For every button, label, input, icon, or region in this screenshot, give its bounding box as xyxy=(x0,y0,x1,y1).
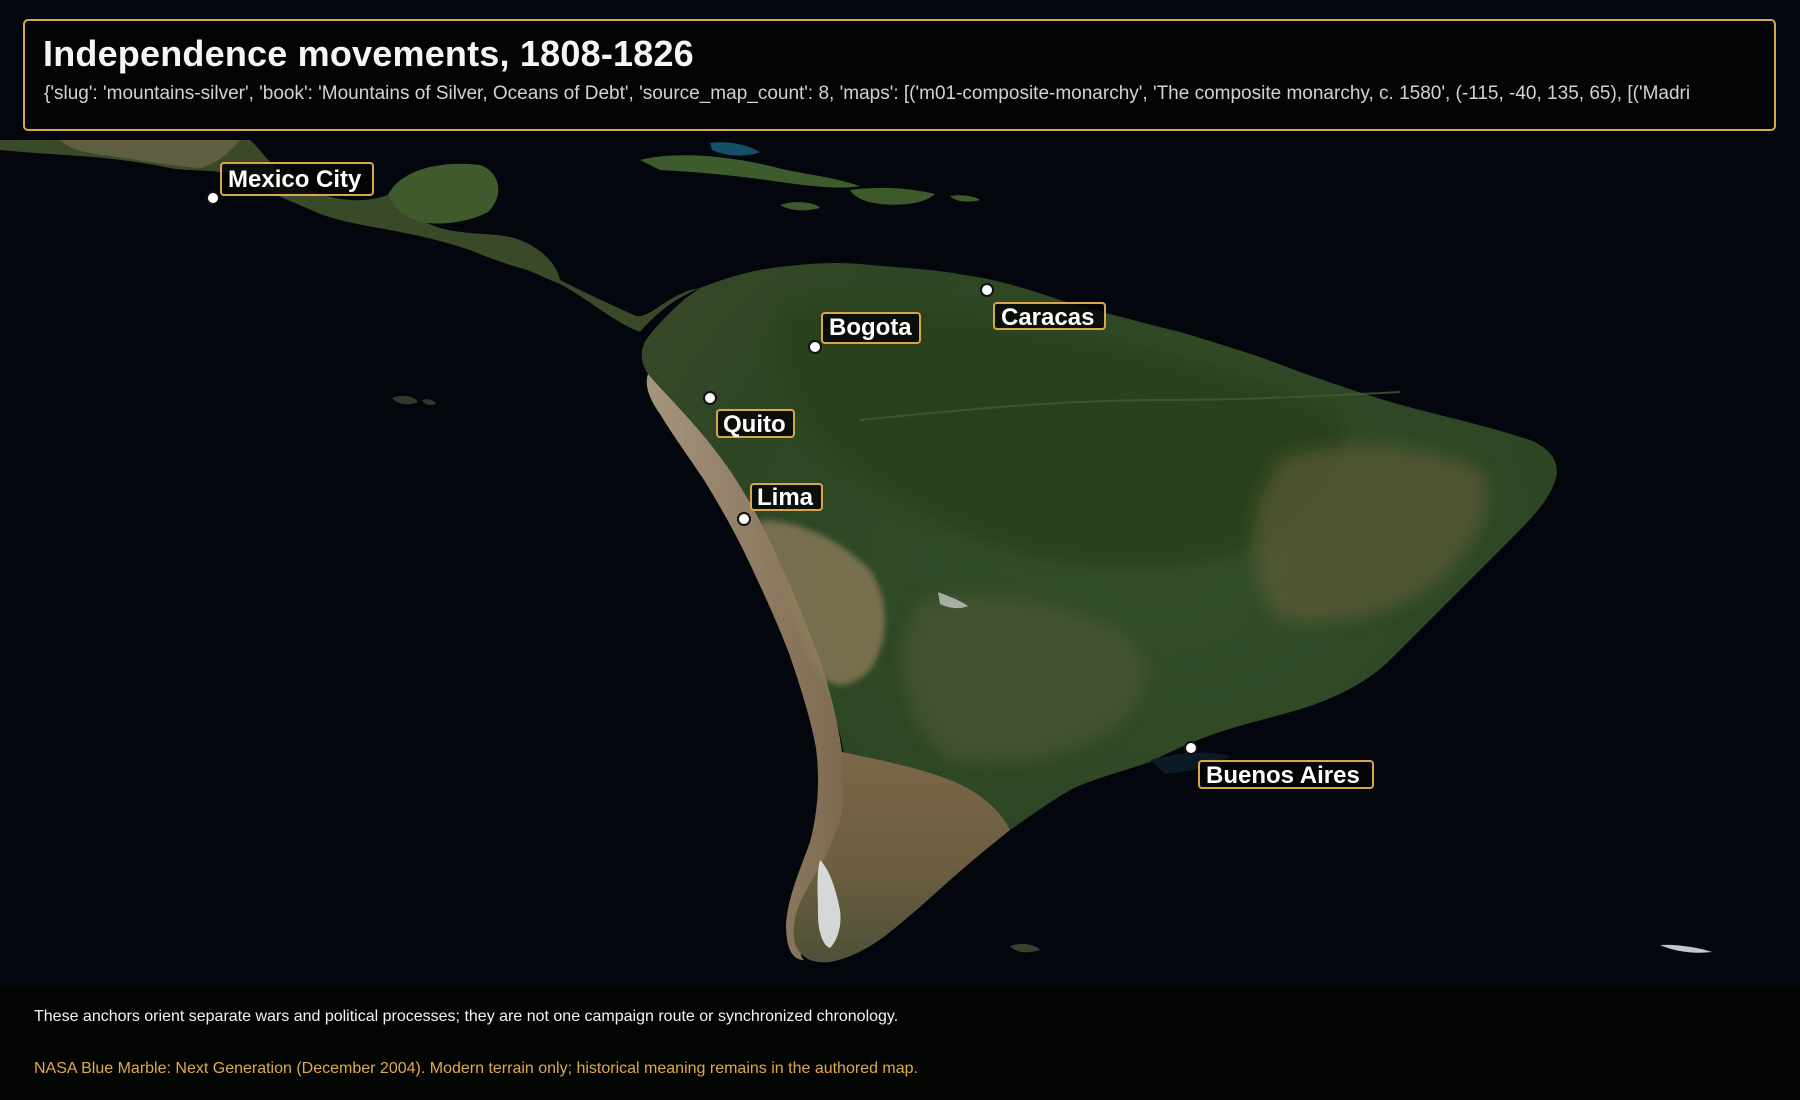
city-marker xyxy=(737,512,751,526)
city-marker xyxy=(1184,741,1198,755)
title-panel: Independence movements, 1808-1826 {'slug… xyxy=(23,19,1776,131)
city-marker xyxy=(808,340,822,354)
city-label: Lima xyxy=(757,484,814,511)
city-label: Caracas xyxy=(1001,304,1094,331)
map-page: Mexico City Caracas Bogota Quito Lima Bu… xyxy=(0,0,1800,1100)
map-subtitle: {'slug': 'mountains-silver', 'book': 'Mo… xyxy=(44,83,1691,104)
city-marker xyxy=(703,391,717,405)
city-marker xyxy=(980,283,994,297)
map-title: Independence movements, 1808-1826 xyxy=(43,33,694,74)
city-label: Mexico City xyxy=(228,166,362,193)
city-marker xyxy=(206,191,220,205)
city-label: Buenos Aires xyxy=(1206,762,1360,789)
footer-panel: These anchors orient separate wars and p… xyxy=(0,988,1800,1100)
footer-credit: NASA Blue Marble: Next Generation (Decem… xyxy=(34,1060,918,1077)
basemap: Mexico City Caracas Bogota Quito Lima Bu… xyxy=(0,0,1800,1100)
footer-note: These anchors orient separate wars and p… xyxy=(34,1008,899,1025)
city-label: Bogota xyxy=(829,314,912,341)
city-label: Quito xyxy=(723,411,786,438)
